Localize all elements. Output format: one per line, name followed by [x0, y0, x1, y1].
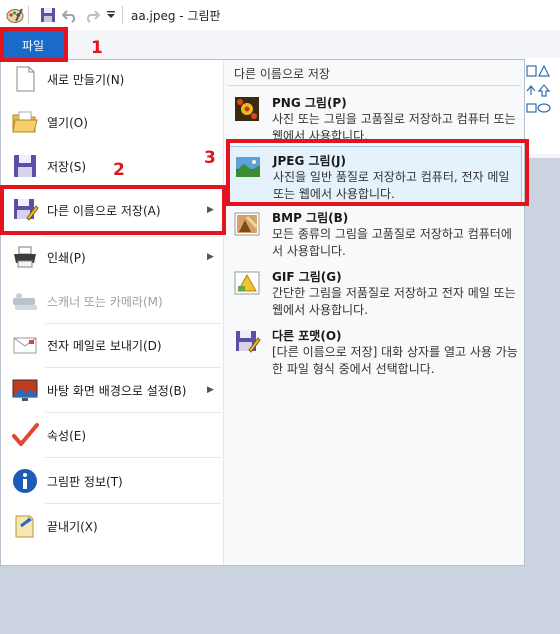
save-as-submenu: 다른 이름으로 저장 PNG 그림(P) 사진 또는 그림을 고품질로 저장하고…	[224, 60, 524, 565]
open-folder-icon	[11, 108, 39, 136]
menu-item-properties[interactable]: 속성(E)	[1, 413, 223, 457]
paint-app-icon[interactable]	[6, 6, 24, 24]
format-title: PNG 그림(P)	[272, 96, 347, 110]
menu-item-label: 인쇄(P)	[47, 250, 86, 265]
submenu-arrow-icon: ▶	[207, 385, 214, 395]
save-as-header: 다른 이름으로 저장	[234, 67, 330, 81]
header-divider	[227, 85, 521, 86]
exit-icon	[11, 512, 39, 540]
qat-separator	[28, 6, 29, 24]
desktop-background-icon	[11, 376, 39, 404]
menu-item-label: 그림판 정보(T)	[47, 474, 123, 489]
qat-separator	[122, 6, 123, 24]
bmp-image-icon	[233, 210, 261, 238]
save-as-bmp[interactable]: BMP 그림(B) 모든 종류의 그림을 고품질로 저장하고 컴퓨터에서 사용합…	[228, 204, 522, 262]
format-description: 간단한 그림을 저품질로 저장하고 전자 메일 또는 웹에서 사용합니다.	[272, 286, 516, 317]
title-bar: aa.jpeg - 그림판	[0, 0, 560, 30]
save-disk-icon	[11, 152, 39, 180]
save-as-gif[interactable]: GIF 그림(G) 간단한 그림을 저품질로 저장하고 전자 메일 또는 웹에서…	[228, 263, 522, 321]
menu-item-send-email[interactable]: 전자 메일로 보내기(D)	[1, 323, 223, 367]
undo-icon[interactable]	[62, 6, 78, 24]
submenu-arrow-icon: ▶	[207, 252, 214, 262]
email-icon	[11, 331, 39, 359]
menu-item-label: 저장(S)	[47, 159, 87, 174]
menu-item-label: 속성(E)	[47, 428, 87, 443]
printer-icon	[11, 243, 39, 271]
quick-save-icon[interactable]	[40, 6, 56, 24]
menu-item-label: 스캐너 또는 카메라(M)	[47, 294, 163, 309]
customize-qat-chevron-icon[interactable]	[106, 6, 116, 24]
properties-checkmark-icon	[11, 421, 39, 449]
menu-item-label: 바탕 화면 배경으로 설정(B)	[47, 383, 187, 398]
menu-item-new[interactable]: 새로 만들기(N)	[1, 57, 223, 101]
menu-item-print[interactable]: 인쇄(P) ▶	[1, 235, 223, 279]
annotation-box-file-tab	[0, 27, 68, 62]
menu-item-about-paint[interactable]: 그림판 정보(T)	[1, 459, 223, 503]
format-description: 모든 종류의 그림을 고품질로 저장하고 컴퓨터에서 사용합니다.	[272, 227, 512, 258]
menu-item-label: 열기(O)	[47, 115, 88, 130]
annotation-box-jpeg	[226, 139, 529, 206]
info-icon	[11, 467, 39, 495]
gif-image-icon	[233, 269, 261, 297]
menu-item-open[interactable]: 열기(O)	[1, 100, 223, 144]
menu-item-label: 새로 만들기(N)	[47, 72, 125, 87]
png-image-icon	[233, 95, 261, 123]
annotation-step-2: 2	[113, 160, 125, 180]
menu-item-scanner: 스캐너 또는 카메라(M)	[1, 279, 223, 323]
scanner-icon	[11, 287, 39, 315]
save-as-other-format[interactable]: 다른 포맷(O) [다른 이름으로 저장] 대화 상자를 열고 사용 가능한 파…	[228, 322, 522, 380]
menu-item-set-desktop-background[interactable]: 바탕 화면 배경으로 설정(B) ▶	[1, 368, 223, 412]
window-title: aa.jpeg - 그림판	[131, 9, 221, 23]
menu-item-label: 전자 메일로 보내기(D)	[47, 338, 162, 353]
menu-item-label: 끝내기(X)	[47, 519, 98, 534]
format-title: GIF 그림(G)	[272, 270, 342, 284]
other-format-icon	[233, 328, 261, 356]
format-description: [다른 이름으로 저장] 대화 상자를 열고 사용 가능한 파일 형식 중에서 …	[272, 345, 518, 376]
annotation-step-1: 1	[91, 38, 103, 58]
new-document-icon	[11, 65, 39, 93]
annotation-box-save-as	[0, 185, 226, 235]
annotation-step-3: 3	[204, 148, 216, 168]
format-title: BMP 그림(B)	[272, 211, 349, 225]
file-menu: 새로 만들기(N) 열기(O) 저장(S) 다른 이름으로 저장(A) ▶ 인쇄…	[0, 59, 525, 566]
file-menu-left-pane: 새로 만들기(N) 열기(O) 저장(S) 다른 이름으로 저장(A) ▶ 인쇄…	[1, 60, 223, 565]
menu-item-exit[interactable]: 끝내기(X)	[1, 504, 223, 548]
shapes-panel	[524, 58, 560, 154]
format-title: 다른 포맷(O)	[272, 329, 342, 343]
menu-item-save[interactable]: 저장(S)	[1, 144, 223, 188]
menu-separator	[45, 457, 221, 458]
redo-icon[interactable]	[84, 6, 100, 24]
